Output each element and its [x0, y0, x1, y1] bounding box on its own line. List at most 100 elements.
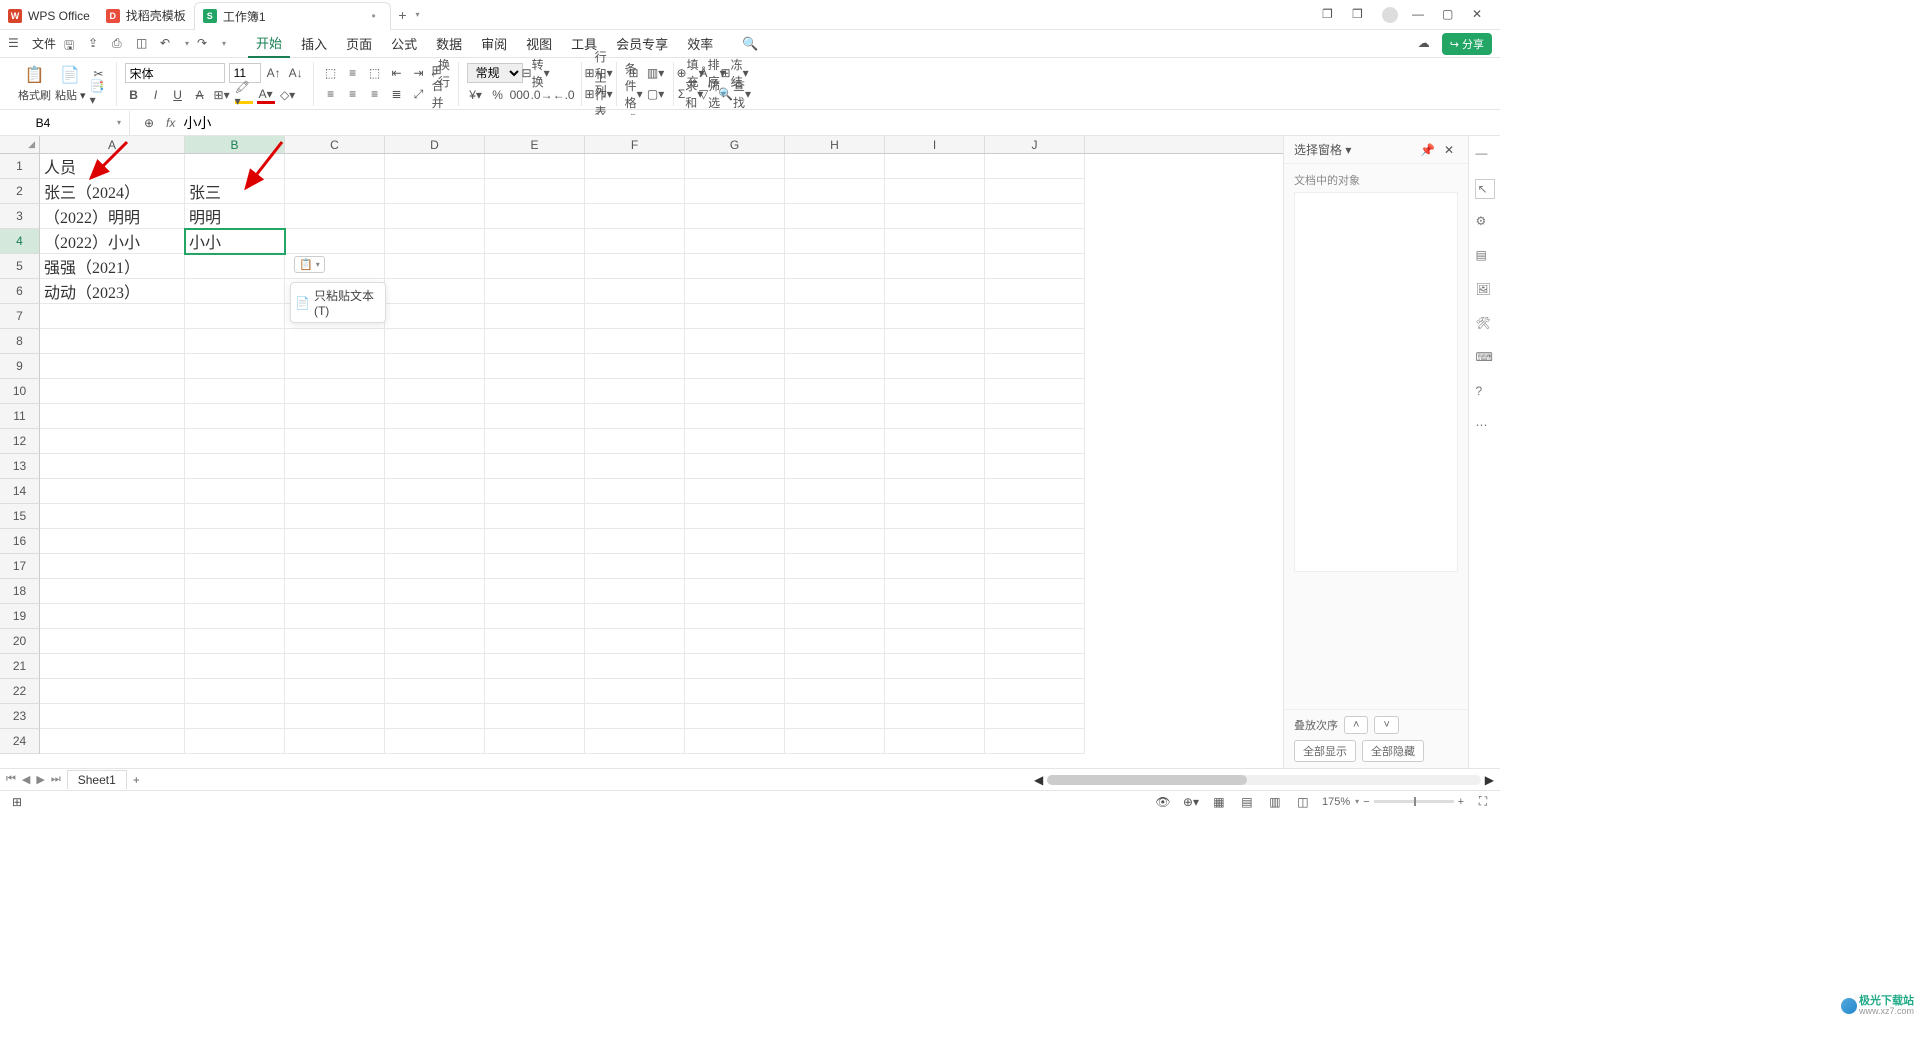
- cell[interactable]: [685, 304, 785, 329]
- cell[interactable]: [785, 304, 885, 329]
- cell[interactable]: [285, 329, 385, 354]
- cell[interactable]: [785, 604, 885, 629]
- cell[interactable]: [40, 529, 185, 554]
- cell[interactable]: [985, 279, 1085, 304]
- styles-icon[interactable]: ▥▾: [647, 64, 665, 82]
- paste-options-menu[interactable]: 📄 只粘贴文本(T): [290, 282, 386, 323]
- underline-button[interactable]: U: [169, 86, 187, 104]
- cell[interactable]: [40, 629, 185, 654]
- align-top-icon[interactable]: ⬚: [322, 64, 340, 82]
- cell[interactable]: [40, 579, 185, 604]
- cell[interactable]: [985, 604, 1085, 629]
- cell[interactable]: [385, 604, 485, 629]
- cell[interactable]: [785, 504, 885, 529]
- convert-button[interactable]: ⊟ 转换▾: [527, 64, 545, 82]
- row-header[interactable]: 22: [0, 679, 40, 704]
- cell[interactable]: [685, 379, 785, 404]
- cell[interactable]: [985, 229, 1085, 254]
- cell[interactable]: [40, 504, 185, 529]
- cell[interactable]: [485, 604, 585, 629]
- cell[interactable]: [185, 629, 285, 654]
- cell[interactable]: [40, 379, 185, 404]
- cell[interactable]: [585, 454, 685, 479]
- add-sheet-button[interactable]: +: [133, 773, 140, 787]
- cell[interactable]: [785, 329, 885, 354]
- currency-icon[interactable]: ¥▾: [467, 86, 485, 104]
- cell[interactable]: [685, 479, 785, 504]
- cell[interactable]: [285, 429, 385, 454]
- bold-button[interactable]: B: [125, 86, 143, 104]
- align-center-icon[interactable]: ≡: [344, 85, 362, 103]
- cell[interactable]: [685, 629, 785, 654]
- cell[interactable]: [585, 329, 685, 354]
- cell[interactable]: （2022）明明: [40, 204, 185, 229]
- cell[interactable]: [385, 579, 485, 604]
- cell[interactable]: [185, 504, 285, 529]
- cell[interactable]: [985, 179, 1085, 204]
- dec-inc-icon[interactable]: .0→: [533, 86, 551, 104]
- cell[interactable]: [485, 579, 585, 604]
- cell[interactable]: [885, 304, 985, 329]
- cond-format-button[interactable]: 条件格式▾: [625, 85, 643, 103]
- cell[interactable]: [185, 479, 285, 504]
- cell[interactable]: [385, 429, 485, 454]
- cell[interactable]: [685, 579, 785, 604]
- cell[interactable]: [485, 179, 585, 204]
- fx-icon[interactable]: fx: [166, 116, 175, 130]
- cell[interactable]: [585, 729, 685, 754]
- cell[interactable]: [385, 154, 485, 179]
- cell[interactable]: [685, 679, 785, 704]
- paste-options-button[interactable]: 📋▾: [294, 256, 325, 273]
- cell[interactable]: [285, 354, 385, 379]
- cell[interactable]: [385, 729, 485, 754]
- cell[interactable]: [585, 629, 685, 654]
- tab-review[interactable]: 审阅: [473, 30, 515, 57]
- cell[interactable]: [885, 429, 985, 454]
- row-header[interactable]: 19: [0, 604, 40, 629]
- more-icon[interactable]: ⋯: [1476, 418, 1494, 436]
- cell[interactable]: [685, 454, 785, 479]
- cell[interactable]: [885, 279, 985, 304]
- cube-icon[interactable]: ❒: [1352, 7, 1368, 23]
- cell[interactable]: [185, 554, 285, 579]
- cell[interactable]: [985, 729, 1085, 754]
- cell[interactable]: [485, 229, 585, 254]
- cell[interactable]: [785, 554, 885, 579]
- cell[interactable]: [585, 279, 685, 304]
- cell[interactable]: [185, 579, 285, 604]
- cell[interactable]: [685, 204, 785, 229]
- cell[interactable]: [785, 354, 885, 379]
- cell[interactable]: [285, 529, 385, 554]
- chevron-down-icon[interactable]: ▾: [117, 118, 121, 127]
- app-tab-workbook[interactable]: S 工作簿1 •: [194, 2, 391, 30]
- cell[interactable]: [185, 404, 285, 429]
- cell[interactable]: [585, 354, 685, 379]
- col-header-F[interactable]: F: [585, 136, 685, 153]
- cell[interactable]: [485, 479, 585, 504]
- row-header[interactable]: 15: [0, 504, 40, 529]
- cell[interactable]: [385, 529, 485, 554]
- cell[interactable]: [385, 454, 485, 479]
- device-icon[interactable]: ⌨: [1476, 350, 1494, 368]
- cell[interactable]: [485, 429, 585, 454]
- hamburger-icon[interactable]: ☰: [8, 36, 24, 52]
- cell[interactable]: [685, 429, 785, 454]
- view-normal-icon[interactable]: ▦: [1210, 793, 1228, 811]
- save-icon[interactable]: 🖫: [64, 36, 80, 52]
- cell[interactable]: [685, 354, 785, 379]
- row-header[interactable]: 18: [0, 579, 40, 604]
- row-header[interactable]: 2: [0, 179, 40, 204]
- cell[interactable]: [285, 454, 385, 479]
- cell[interactable]: [585, 504, 685, 529]
- cell[interactable]: [885, 454, 985, 479]
- cell[interactable]: [185, 279, 285, 304]
- name-box-input[interactable]: [8, 116, 78, 130]
- cell[interactable]: [585, 179, 685, 204]
- row-header[interactable]: 10: [0, 379, 40, 404]
- cell[interactable]: [585, 229, 685, 254]
- tab-view[interactable]: 视图: [518, 30, 560, 57]
- tab-start[interactable]: 开始: [248, 29, 290, 58]
- cell[interactable]: 动动（2023）: [40, 279, 185, 304]
- cell[interactable]: [485, 529, 585, 554]
- row-header[interactable]: 7: [0, 304, 40, 329]
